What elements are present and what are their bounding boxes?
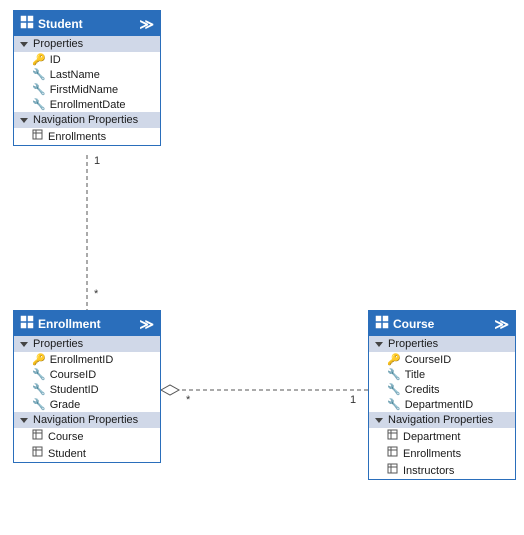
course-entity-icon (375, 315, 389, 332)
nav-icon-department (387, 429, 399, 444)
key-icon-courseid: 🔑 (387, 353, 401, 366)
enrollment-entity-icon (20, 315, 34, 332)
prop-icon-lastname: 🔧 (32, 68, 46, 81)
nav-icon-instructors (387, 463, 399, 478)
course-properties-label: Properties (388, 338, 438, 350)
student-properties-label: Properties (33, 38, 83, 50)
course-header: Course ≫ (369, 311, 515, 336)
student-prop-triangle (20, 42, 28, 47)
course-nav-instructors: Instructors (369, 462, 515, 479)
enrollment-prop-grade: 🔧 Grade (14, 397, 160, 412)
course-collapse-btn[interactable]: ≫ (494, 317, 509, 331)
student-header: Student ≫ (14, 11, 160, 36)
course-prop-id: 🔑 CourseID (369, 352, 515, 367)
course-nav-department: Department (369, 428, 515, 445)
course-prop-credits: 🔧 Credits (369, 382, 515, 397)
student-nav-enrollments: Enrollments (14, 128, 160, 145)
student-nav-label: Navigation Properties (33, 114, 138, 126)
student-entity-icon (20, 15, 34, 32)
enrollment-nav-label: Navigation Properties (33, 414, 138, 426)
label-one-student: 1 (94, 155, 100, 167)
student-prop-id: 🔑 ID (14, 52, 160, 67)
course-nav-header: Navigation Properties (369, 412, 515, 428)
label-one-course-rel: 1 (350, 394, 356, 406)
prop-icon-enrollmentdate: 🔧 (32, 98, 46, 111)
enrollment-properties-label: Properties (33, 338, 83, 350)
student-entity: Student ≫ Properties 🔑 ID 🔧 LastName 🔧 F… (13, 10, 161, 146)
label-many-course-rel: * (186, 394, 190, 406)
student-nav-header: Navigation Properties (14, 112, 160, 128)
prop-icon-courseid: 🔧 (32, 368, 46, 381)
student-prop-enrollmentdate: 🔧 EnrollmentDate (14, 97, 160, 112)
course-nav-enrollments: Enrollments (369, 445, 515, 462)
nav-icon-course-enrollments (387, 446, 399, 461)
key-icon-id: 🔑 (32, 53, 46, 66)
prop-icon-studentid: 🔧 (32, 383, 46, 396)
enrollment-nav-triangle (20, 418, 28, 423)
diagram-canvas: 1 * * 1 Student ≫ Properties (0, 0, 524, 535)
enrollment-prop-courseid: 🔧 CourseID (14, 367, 160, 382)
key-icon-enrollmentid: 🔑 (32, 353, 46, 366)
nav-icon-student (32, 446, 44, 461)
enrollment-nav-header: Navigation Properties (14, 412, 160, 428)
prop-icon-departmentid: 🔧 (387, 398, 401, 411)
student-title: Student (38, 17, 83, 31)
course-title: Course (393, 317, 434, 331)
enrollment-header: Enrollment ≫ (14, 311, 160, 336)
enrollment-title: Enrollment (38, 317, 101, 331)
enrollment-properties-header: Properties (14, 336, 160, 352)
student-nav-triangle (20, 118, 28, 123)
nav-icon-enrollments (32, 129, 44, 144)
label-many-enrollment: * (94, 288, 98, 300)
student-collapse-btn[interactable]: ≫ (139, 17, 154, 31)
course-prop-title: 🔧 Title (369, 367, 515, 382)
enrollment-prop-id: 🔑 EnrollmentID (14, 352, 160, 367)
enrollment-prop-triangle (20, 342, 28, 347)
prop-icon-credits: 🔧 (387, 383, 401, 396)
prop-icon-firstmidname: 🔧 (32, 83, 46, 96)
prop-icon-grade: 🔧 (32, 398, 46, 411)
student-prop-firstmidname: 🔧 FirstMidName (14, 82, 160, 97)
course-prop-triangle (375, 342, 383, 347)
course-entity: Course ≫ Properties 🔑 CourseID 🔧 Title 🔧… (368, 310, 516, 480)
enrollment-nav-course: Course (14, 428, 160, 445)
prop-icon-title: 🔧 (387, 368, 401, 381)
student-prop-lastname: 🔧 LastName (14, 67, 160, 82)
enrollment-nav-student: Student (14, 445, 160, 462)
course-nav-triangle (375, 418, 383, 423)
course-prop-departmentid: 🔧 DepartmentID (369, 397, 515, 412)
enrollment-collapse-btn[interactable]: ≫ (139, 317, 154, 331)
student-properties-header: Properties (14, 36, 160, 52)
course-properties-header: Properties (369, 336, 515, 352)
enrollment-prop-studentid: 🔧 StudentID (14, 382, 160, 397)
enrollment-entity: Enrollment ≫ Properties 🔑 EnrollmentID 🔧… (13, 310, 161, 463)
nav-icon-course (32, 429, 44, 444)
course-nav-label: Navigation Properties (388, 414, 493, 426)
